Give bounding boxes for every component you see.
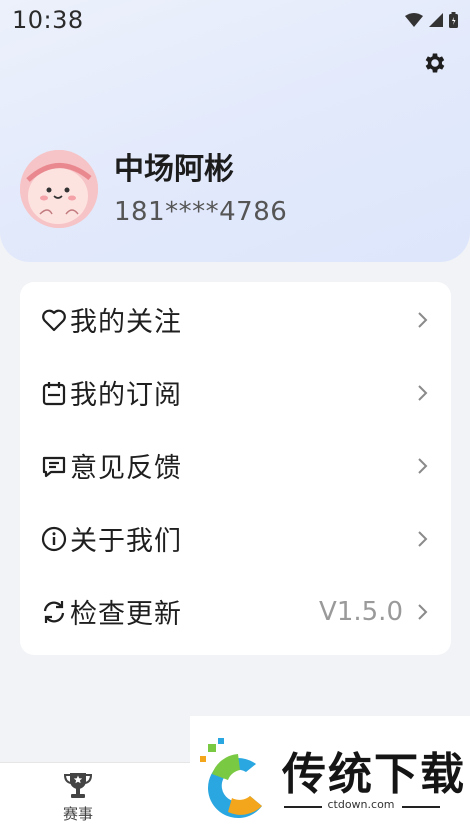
menu-item-label: 关于我们 — [70, 526, 182, 557]
info-icon — [40, 525, 68, 553]
chevron-right-icon — [418, 457, 428, 474]
trophy-icon — [63, 773, 93, 798]
user-phone: 181****4786 — [114, 197, 288, 227]
profile[interactable]: 中场阿彬 181****4786 — [20, 150, 287, 228]
status-bar: 10:38 — [0, 0, 470, 40]
wifi-icon — [405, 13, 423, 27]
watermark-url: ctdown.com — [327, 798, 395, 811]
battery-icon — [449, 12, 458, 28]
menu-item-feedback[interactable]: 意见反馈 — [20, 429, 451, 502]
profile-info: 中场阿彬 181****4786 — [114, 151, 287, 227]
menu-item-subscriptions[interactable]: 我的订阅 — [20, 356, 451, 429]
watermark-logo — [200, 738, 262, 818]
menu-item-label: 我的订阅 — [70, 380, 182, 411]
status-time: 10:38 — [12, 6, 84, 34]
user-nickname: 中场阿彬 — [114, 152, 234, 187]
tab-match-label: 赛事 — [62, 805, 93, 823]
menu-card: 我的关注 我的订阅 意见反馈 关于我们 检查更新 V1.5.0 — [20, 282, 451, 655]
watermark-brand: 传统下载 — [282, 749, 466, 800]
avatar-image — [20, 150, 98, 228]
menu-item-following[interactable]: 我的关注 — [20, 283, 451, 356]
watermark-divider — [402, 806, 440, 808]
chevron-right-icon — [418, 603, 428, 620]
watermark-overlay: 传统下载 ctdown.com — [190, 716, 470, 836]
app-version: V1.5.0 — [319, 596, 403, 627]
status-icons — [405, 12, 458, 28]
chevron-right-icon — [418, 384, 428, 401]
chevron-right-icon — [418, 530, 428, 547]
tab-match[interactable]: 赛事 — [48, 771, 108, 831]
refresh-icon — [40, 598, 68, 626]
settings-button[interactable] — [422, 50, 448, 76]
menu-item-label: 检查更新 — [70, 599, 182, 630]
gear-icon — [425, 53, 445, 73]
avatar[interactable] — [20, 150, 98, 228]
feedback-icon — [40, 452, 68, 480]
menu-item-check-update[interactable]: 检查更新 V1.5.0 — [20, 575, 451, 648]
heart-icon — [40, 306, 68, 334]
menu-item-about[interactable]: 关于我们 — [20, 502, 451, 575]
calendar-icon — [40, 379, 68, 407]
chevron-right-icon — [418, 311, 428, 328]
signal-icon — [429, 13, 443, 27]
menu-item-label: 意见反馈 — [70, 453, 182, 484]
menu-item-label: 我的关注 — [70, 307, 182, 338]
